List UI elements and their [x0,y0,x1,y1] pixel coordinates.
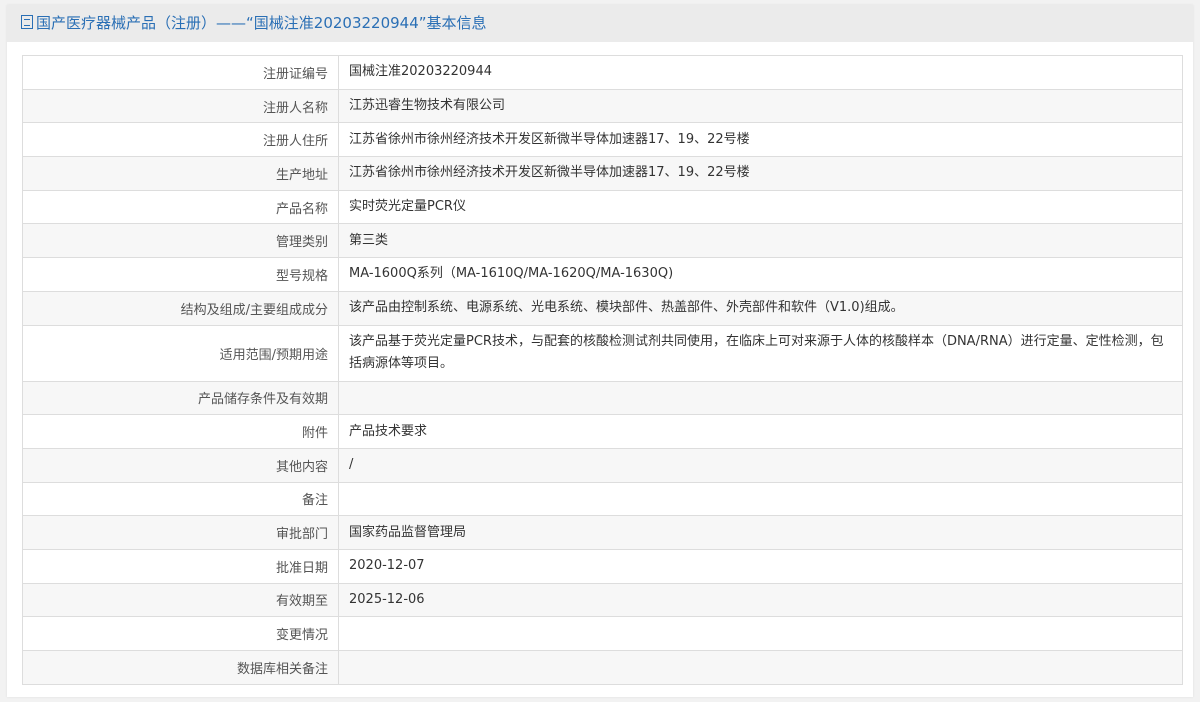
table-row: 型号规格 MA-1600Q系列（MA-1610Q/MA-1620Q/MA-1630… [22,257,1183,292]
table-row: 适用范围/预期用途 该产品基于荧光定量PCR技术，与配套的核酸检测试剂共同使用，在… [22,324,1183,382]
field-value [338,650,1183,685]
table-row: 批准日期 2020-12-07 [22,548,1183,584]
field-label: 产品储存条件及有效期 [22,380,339,416]
table-row: 审批部门 国家药品监督管理局 [22,515,1183,550]
field-value: 第三类 [338,223,1183,259]
table-row: 备注 [22,481,1183,517]
table-row: 注册证编号 国械注准20203220944 [22,55,1183,90]
field-label: 审批部门 [22,515,339,550]
field-value: 该产品基于荧光定量PCR技术，与配套的核酸检测试剂共同使用，在临床上可对来源于人… [338,324,1183,382]
table-row: 其他内容 / [22,447,1183,483]
table-row: 产品名称 实时荧光定量PCR仪 [22,189,1183,225]
field-value: 国家药品监督管理局 [338,515,1183,550]
table-row: 数据库相关备注 [22,650,1183,685]
panel-header: 国产医疗器械产品（注册）——“国械注准20203220944”基本信息 [7,5,1193,42]
field-label: 批准日期 [22,548,339,584]
field-label: 生产地址 [22,156,339,191]
field-value [338,380,1183,416]
field-label: 备注 [22,481,339,517]
field-value: MA-1600Q系列（MA-1610Q/MA-1620Q/MA-1630Q) [338,257,1183,292]
field-value: 2025-12-06 [338,582,1183,618]
field-label: 注册人住所 [22,122,339,158]
table-row: 管理类别 第三类 [22,223,1183,259]
field-label: 注册人名称 [22,88,339,124]
field-label: 附件 [22,414,339,449]
table-row: 附件 产品技术要求 [22,414,1183,449]
field-label: 适用范围/预期用途 [22,324,339,382]
field-value: / [338,447,1183,483]
field-value: 国械注准20203220944 [338,55,1183,90]
field-value: 江苏迅睿生物技术有限公司 [338,88,1183,124]
field-label: 其他内容 [22,447,339,483]
table-row: 有效期至 2025-12-06 [22,582,1183,618]
page-title: 国产医疗器械产品（注册）——“国械注准20203220944”基本信息 [36,14,487,32]
table-row: 产品储存条件及有效期 [22,380,1183,416]
field-label: 结构及组成/主要组成成分 [22,290,339,326]
field-label: 变更情况 [22,616,339,651]
field-value [338,481,1183,517]
field-label: 管理类别 [22,223,339,259]
info-table: 注册证编号 国械注准20203220944 注册人名称 江苏迅睿生物技术有限公司 注册人… [22,55,1183,685]
field-value [338,616,1183,651]
field-label: 数据库相关备注 [22,650,339,685]
field-label: 产品名称 [22,189,339,225]
table-row: 生产地址 江苏省徐州市徐州经济技术开发区新微半导体加速器17、19、22号楼 [22,156,1183,191]
field-label: 型号规格 [22,257,339,292]
field-value: 该产品由控制系统、电源系统、光电系统、模块部件、热盖部件、外壳部件和软件（V1.… [338,290,1183,326]
field-value: 实时荧光定量PCR仪 [338,189,1183,225]
field-value: 产品技术要求 [338,414,1183,449]
field-value: 江苏省徐州市徐州经济技术开发区新微半导体加速器17、19、22号楼 [338,156,1183,191]
field-value: 2020-12-07 [338,548,1183,584]
field-label: 注册证编号 [22,55,339,90]
detail-panel: 国产医疗器械产品（注册）——“国械注准20203220944”基本信息 注册证编… [7,5,1193,697]
field-label: 有效期至 [22,582,339,618]
table-row: 变更情况 [22,616,1183,651]
document-icon [21,15,33,29]
field-value: 江苏省徐州市徐州经济技术开发区新微半导体加速器17、19、22号楼 [338,122,1183,158]
table-row: 结构及组成/主要组成成分 该产品由控制系统、电源系统、光电系统、模块部件、热盖部件… [22,290,1183,326]
table-row: 注册人名称 江苏迅睿生物技术有限公司 [22,88,1183,124]
table-row: 注册人住所 江苏省徐州市徐州经济技术开发区新微半导体加速器17、19、22号楼 [22,122,1183,158]
